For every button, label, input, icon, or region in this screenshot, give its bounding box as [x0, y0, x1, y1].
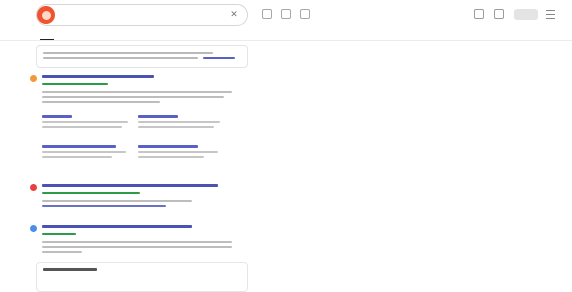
tab-3[interactable] — [90, 27, 110, 39]
result-favicon-icon — [30, 184, 37, 191]
search-result — [30, 224, 245, 260]
result-favicon-icon — [30, 75, 37, 82]
tab-9[interactable] — [258, 27, 286, 39]
search-input[interactable] — [61, 8, 221, 22]
tab-2[interactable] — [64, 27, 80, 39]
sign-in-button[interactable] — [514, 9, 538, 20]
top-bar: ✕ — [0, 0, 572, 28]
info-notice — [36, 45, 248, 68]
tabs-divider — [0, 40, 572, 41]
result-url[interactable] — [42, 83, 108, 85]
tab-4[interactable] — [120, 27, 134, 39]
sitelink[interactable] — [138, 114, 230, 134]
tab-8[interactable] — [226, 27, 248, 39]
apps-icon[interactable] — [474, 9, 484, 19]
result-favicon-icon — [30, 225, 37, 232]
sitelink[interactable] — [42, 144, 134, 166]
search-engine-logo-icon[interactable] — [37, 6, 55, 24]
search-result — [30, 183, 245, 215]
tab-5[interactable] — [144, 27, 158, 39]
close-icon[interactable]: ✕ — [229, 9, 239, 19]
sitelink[interactable] — [138, 144, 230, 166]
tab-more[interactable] — [296, 27, 306, 39]
result-title[interactable] — [42, 75, 154, 78]
camera-icon[interactable] — [281, 9, 291, 19]
result-url[interactable] — [42, 192, 140, 194]
result-title[interactable] — [42, 184, 218, 187]
result-url[interactable] — [42, 233, 76, 235]
sitelink[interactable] — [42, 114, 134, 134]
search-box[interactable]: ✕ — [36, 4, 248, 26]
search-tabs — [40, 27, 306, 40]
related-questions-card — [36, 262, 248, 292]
settings-icon[interactable] — [300, 9, 310, 19]
notifications-icon[interactable] — [494, 9, 504, 19]
hamburger-menu-icon[interactable] — [546, 10, 555, 19]
keyboard-icon[interactable] — [262, 9, 272, 19]
tab-7[interactable] — [194, 27, 216, 39]
tab-all[interactable] — [40, 27, 54, 40]
search-result — [30, 74, 245, 174]
result-title[interactable] — [42, 225, 192, 228]
tab-6[interactable] — [168, 27, 184, 39]
